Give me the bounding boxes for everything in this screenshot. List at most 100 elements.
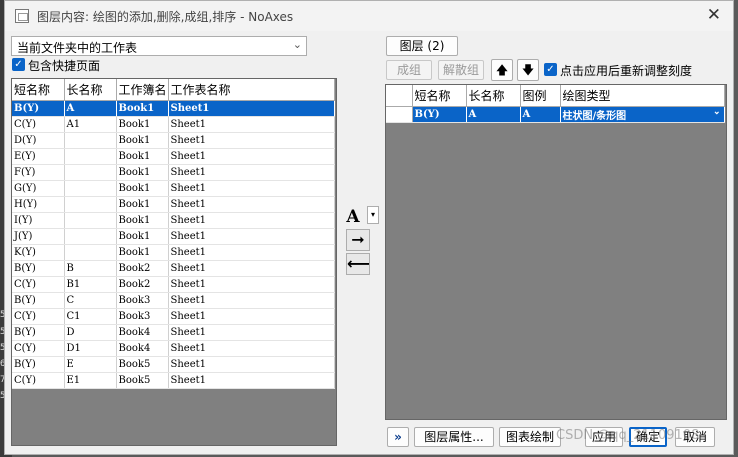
table-cell[interactable]: B(Y): [12, 324, 65, 341]
table-cell[interactable]: Book1: [116, 116, 169, 133]
table-cell[interactable]: Sheet1: [168, 260, 335, 277]
rescale-on-apply-checkbox[interactable]: ✓: [544, 63, 557, 76]
column-header[interactable]: 工作簿名: [116, 79, 169, 101]
table-cell[interactable]: B(Y): [12, 260, 65, 277]
table-cell[interactable]: Book1: [116, 132, 169, 149]
table-row[interactable]: B(Y) B Book2 Sheet1: [12, 260, 335, 277]
table-cell[interactable]: Book5: [116, 356, 169, 373]
table-cell[interactable]: K(Y): [12, 244, 65, 261]
table-cell[interactable]: Sheet1: [168, 244, 335, 261]
close-icon[interactable]: ✕: [707, 5, 721, 25]
table-cell[interactable]: Sheet1: [168, 196, 335, 213]
table-cell[interactable]: Sheet1: [168, 372, 335, 389]
table-row[interactable]: I(Y) Book1 Sheet1: [12, 212, 335, 229]
table-cell[interactable]: Sheet1: [168, 228, 335, 245]
table-cell[interactable]: Sheet1: [168, 308, 335, 325]
ungroup-button[interactable]: 解散组: [438, 60, 484, 80]
layer-selector-button[interactable]: 图层 (2): [386, 36, 458, 56]
table-row[interactable]: D(Y) Book1 Sheet1: [12, 132, 335, 149]
table-cell[interactable]: Sheet1: [168, 340, 335, 357]
table-cell[interactable]: D(Y): [12, 132, 65, 149]
column-header[interactable]: 短名称: [12, 79, 65, 101]
table-row[interactable]: G(Y) Book1 Sheet1: [12, 180, 335, 197]
table-row[interactable]: C(Y) B1 Book2 Sheet1: [12, 276, 335, 293]
column-header[interactable]: 长名称: [64, 79, 117, 101]
table-cell[interactable]: D1: [64, 340, 117, 357]
table-cell[interactable]: C: [64, 292, 117, 309]
table-cell[interactable]: Sheet1: [168, 180, 335, 197]
column-header[interactable]: 长名称: [466, 85, 521, 107]
table-cell[interactable]: [64, 196, 117, 213]
table-cell[interactable]: Book3: [116, 308, 169, 325]
column-header[interactable]: 短名称: [412, 85, 467, 107]
table-row[interactable]: B(Y) E Book5 Sheet1: [12, 356, 335, 373]
group-button[interactable]: 成组: [386, 60, 432, 80]
table-cell[interactable]: Book1: [116, 212, 169, 229]
table-row[interactable]: B(Y) A Book1 Sheet1: [12, 100, 335, 117]
table-row[interactable]: C(Y) A1 Book1 Sheet1: [12, 116, 335, 133]
table-cell[interactable]: Book5: [116, 372, 169, 389]
table-cell[interactable]: [64, 132, 117, 149]
table-cell[interactable]: Book1: [116, 228, 169, 245]
move-up-button[interactable]: 🡅: [491, 59, 513, 81]
table-cell[interactable]: A: [64, 100, 117, 117]
table-cell[interactable]: Book1: [116, 180, 169, 197]
move-down-button[interactable]: 🡇: [517, 59, 539, 81]
table-cell[interactable]: Sheet1: [168, 164, 335, 181]
table-cell[interactable]: [64, 212, 117, 229]
table-cell[interactable]: B1: [64, 276, 117, 293]
table-cell[interactable]: Book1: [116, 164, 169, 181]
table-row[interactable]: B(Y) C Book3 Sheet1: [12, 292, 335, 309]
table-cell[interactable]: Sheet1: [168, 100, 335, 117]
column-header[interactable]: 图例: [520, 85, 561, 107]
table-cell[interactable]: C(Y): [12, 276, 65, 293]
table-cell[interactable]: A1: [64, 116, 117, 133]
add-to-layer-button[interactable]: ➞: [346, 229, 370, 251]
table-cell[interactable]: C(Y): [12, 116, 65, 133]
table-cell[interactable]: Book4: [116, 340, 169, 357]
table-cell[interactable]: B(Y): [12, 100, 65, 117]
plot-details-button[interactable]: 图表绘制: [499, 427, 561, 447]
table-cell[interactable]: G(Y): [12, 180, 65, 197]
table-cell[interactable]: Sheet1: [168, 324, 335, 341]
table-cell[interactable]: D: [64, 324, 117, 341]
table-cell[interactable]: [64, 228, 117, 245]
table-cell[interactable]: B(Y): [12, 292, 65, 309]
table-cell[interactable]: Book4: [116, 324, 169, 341]
column-header[interactable]: 绘图类型: [560, 85, 725, 107]
table-cell[interactable]: C(Y): [12, 340, 65, 357]
table-row[interactable]: E(Y) Book1 Sheet1: [12, 148, 335, 165]
table-cell[interactable]: Sheet1: [168, 356, 335, 373]
column-header[interactable]: 工作表名称: [168, 79, 335, 101]
remove-from-layer-button[interactable]: ⟵: [346, 253, 370, 275]
table-cell[interactable]: C(Y): [12, 372, 65, 389]
table-cell[interactable]: Sheet1: [168, 276, 335, 293]
table-cell[interactable]: A: [520, 106, 561, 123]
table-cell[interactable]: [64, 180, 117, 197]
table-cell[interactable]: [64, 164, 117, 181]
expand-button[interactable]: »: [387, 427, 409, 447]
table-cell[interactable]: C(Y): [12, 308, 65, 325]
table-cell[interactable]: Sheet1: [168, 116, 335, 133]
table-cell[interactable]: A: [466, 106, 521, 123]
table-cell[interactable]: Sheet1: [168, 292, 335, 309]
table-cell[interactable]: C1: [64, 308, 117, 325]
table-row[interactable]: B(Y) A A 柱状图/条形图 ⌄: [386, 106, 725, 123]
table-row[interactable]: K(Y) Book1 Sheet1: [12, 244, 335, 261]
table-row[interactable]: C(Y) D1 Book4 Sheet1: [12, 340, 335, 357]
table-row[interactable]: C(Y) E1 Book5 Sheet1: [12, 372, 335, 389]
table-cell[interactable]: E1: [64, 372, 117, 389]
table-cell[interactable]: H(Y): [12, 196, 65, 213]
table-cell[interactable]: B: [64, 260, 117, 277]
table-cell[interactable]: Book2: [116, 276, 169, 293]
table-row[interactable]: H(Y) Book1 Sheet1: [12, 196, 335, 213]
table-cell[interactable]: [64, 244, 117, 261]
font-dropdown-button[interactable]: ▾: [367, 206, 379, 224]
table-cell[interactable]: Sheet1: [168, 212, 335, 229]
table-cell[interactable]: J(Y): [12, 228, 65, 245]
worksheet-source-dropdown[interactable]: 当前文件夹中的工作表 ⌄: [11, 36, 307, 56]
include-shortcuts-checkbox[interactable]: ✓: [12, 58, 25, 71]
table-cell[interactable]: Sheet1: [168, 132, 335, 149]
table-cell[interactable]: Book1: [116, 244, 169, 261]
row-header[interactable]: [386, 106, 413, 123]
